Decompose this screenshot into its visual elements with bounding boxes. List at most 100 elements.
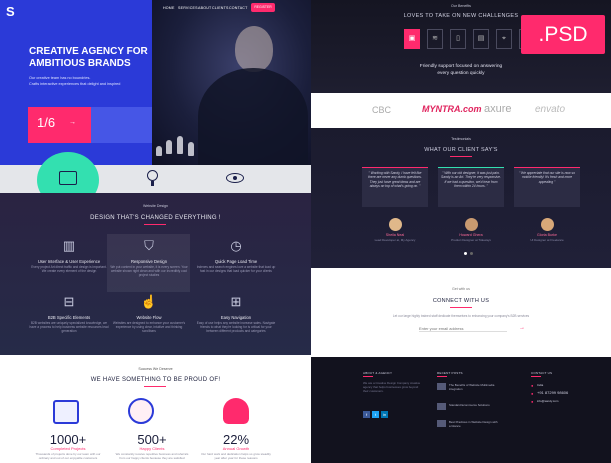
title-underline: [144, 224, 166, 225]
footer-underline: [437, 376, 447, 377]
clients-icon: [128, 398, 154, 424]
arrow-right-icon[interactable]: →: [69, 119, 76, 126]
section-label: Get with us: [452, 287, 470, 291]
brand-cbc: CBC: [372, 105, 392, 115]
carousel-dot[interactable]: [464, 252, 467, 255]
clock-icon: ◷: [230, 238, 242, 253]
testimonial-name: Sheila Neal: [385, 233, 405, 237]
cube-icon[interactable]: ▣: [404, 29, 420, 49]
tablet-icon[interactable]: ▯: [450, 29, 466, 49]
post-thumbnail[interactable]: [437, 383, 446, 390]
chart-icon: ▥: [62, 238, 76, 253]
brand-envato: envato: [535, 104, 566, 115]
twitter-icon[interactable]: t: [372, 411, 379, 418]
nav-about[interactable]: ABOUT: [198, 6, 211, 10]
testimonial-role: UI Designer at Freelance: [530, 238, 564, 242]
section-title: WE HAVE SOMETHING TO BE PROUD OF!: [90, 377, 221, 383]
title-underline: [450, 307, 472, 308]
carousel-dot[interactable]: [470, 252, 473, 255]
contact-line[interactable]: info@sandy.com: [537, 399, 558, 403]
testimonial-quote: " Working with Sandy, I have felt like t…: [368, 171, 422, 188]
lock-icon: ⊟: [63, 294, 75, 309]
post-link[interactable]: Standard Ecommerce Solutions: [449, 403, 499, 407]
slider-next-box[interactable]: [91, 107, 152, 143]
feature-text: Easy of use helps any website increase s…: [196, 321, 276, 333]
contact-line: +91 87299 98606: [537, 390, 569, 395]
post-link[interactable]: The Benefits of Website Multimedia integ…: [449, 383, 499, 391]
stat-number: 22%: [222, 432, 250, 447]
logo[interactable]: S: [6, 4, 18, 19]
testimonial-role: Product Designer at Tideways: [451, 238, 491, 242]
post-thumbnail[interactable]: [437, 420, 446, 427]
shield-icon: ⛉: [144, 238, 154, 253]
title-underline: [450, 156, 472, 157]
footer-underline: [363, 376, 373, 377]
chess-piece-icon: [188, 142, 194, 156]
section-label: Testimonials: [451, 137, 471, 141]
bulb-icon[interactable]: [147, 170, 158, 181]
footer-heading: RECENT POSTS: [437, 371, 463, 375]
section-label: Our Benefits: [451, 4, 471, 8]
feature-title: Easy Navigation: [220, 315, 252, 320]
avatar: [389, 218, 402, 231]
nav-home[interactable]: HOME: [163, 6, 175, 10]
person-body: [198, 68, 308, 165]
nav-services[interactable]: SERVICES: [178, 6, 198, 10]
pin-icon[interactable]: ⌖: [496, 29, 512, 49]
feature-text: Every project Art direct traffic and des…: [31, 265, 107, 273]
stat-number: 500+: [137, 432, 167, 447]
email-underline: [419, 331, 507, 332]
facebook-icon[interactable]: f: [363, 411, 370, 418]
footer-heading: ABOUT & AGENCY: [363, 371, 393, 375]
feature-title: Responsive Design: [130, 259, 168, 264]
post-thumbnail[interactable]: [437, 403, 446, 410]
stat-number: 1000+: [49, 432, 87, 447]
connect-section: [311, 268, 611, 357]
feature-title: Website Flow: [136, 315, 162, 320]
projects-icon: [53, 400, 79, 424]
register-button[interactable]: REGISTER: [251, 3, 275, 12]
feature-text: We put content in your website, it is ev…: [110, 265, 188, 277]
avatar: [541, 218, 554, 231]
benefit-text: every question quickly: [437, 71, 485, 76]
testimonial-quote: " We appreciate that our site is now so …: [518, 171, 576, 184]
testimonial-name: Howard Ghera: [459, 233, 483, 237]
feature-title: User Interface & User Experience: [37, 259, 101, 264]
nav-clients[interactable]: CLIENTS: [212, 6, 229, 10]
linkedin-icon[interactable]: in: [381, 411, 388, 418]
post-link[interactable]: Best Practices in Website Design with a …: [449, 420, 499, 428]
section-title: WHAT OUR CLIENT SAY'S: [424, 147, 498, 153]
section-label: Website Design: [142, 204, 169, 208]
chart-icon[interactable]: ▤: [473, 29, 489, 49]
person-head: [235, 26, 273, 72]
brand-axure: axure: [484, 103, 512, 115]
testimonial-quote: " With our old designer, it was just pai…: [441, 171, 501, 188]
chess-piece-icon: [166, 140, 172, 154]
feature-text: Indexes and search engines love a websit…: [196, 265, 276, 273]
footer-text: We are a Creative Design Company creativ…: [363, 381, 421, 393]
nav-contact[interactable]: CONTACT: [229, 6, 248, 10]
submit-arrow-icon[interactable]: →: [519, 325, 525, 331]
slide-counter: 1/6: [37, 115, 56, 130]
grid-icon[interactable]: [59, 171, 77, 185]
stat-text: We constantly receive repetitive busines…: [115, 452, 189, 460]
testimonial-name: Gloria Burke: [537, 233, 557, 237]
title-underline: [144, 386, 166, 387]
mail-icon: ●: [531, 399, 534, 404]
stat-label: Annual Growth: [222, 446, 250, 451]
benefit-text: Friendly support focused on answering: [419, 64, 503, 69]
feature-text: B2B websites are uniquely specialized kn…: [29, 321, 109, 333]
feature-title: B2B Specific Elements: [47, 315, 91, 320]
location-icon: ●: [531, 383, 534, 388]
growth-icon: [223, 398, 249, 424]
brand-myntra: MYNTRA.com: [422, 104, 482, 114]
chess-piece-icon: [177, 136, 183, 154]
section-title: CONNECT WITH US: [432, 298, 490, 304]
layers-icon[interactable]: ≋: [427, 29, 443, 49]
connect-text: Let our large highly trained staff dedic…: [392, 314, 530, 318]
section-label: Success We Deserve: [138, 367, 173, 371]
grid-icon: ⊞: [230, 294, 242, 309]
contact-line: India: [537, 383, 544, 387]
footer-heading: CONTACT US: [531, 371, 553, 375]
stat-label: Happy Clients: [139, 446, 165, 451]
